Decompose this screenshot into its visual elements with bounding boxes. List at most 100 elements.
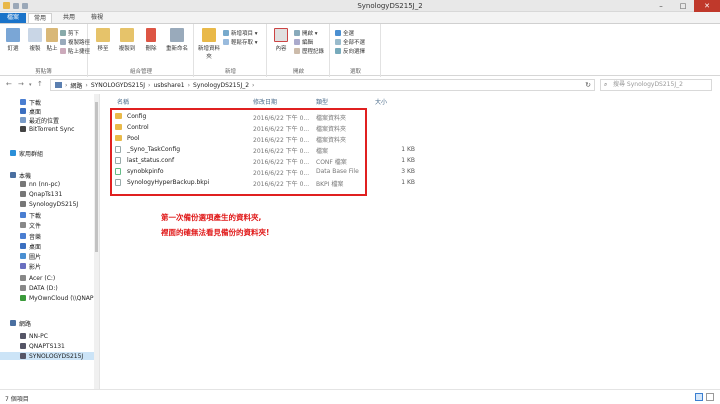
new-folder-label: 新增資料夾 [197, 46, 220, 60]
nav-scrollbar-thumb[interactable] [95, 102, 98, 252]
history-button[interactable]: 歷程記錄 [294, 47, 324, 55]
large-icons-view-icon[interactable] [706, 393, 714, 401]
nav-item[interactable]: MyOwnCloud (\\QNAP [0, 294, 95, 302]
file-size: 1 KB [401, 146, 415, 153]
nav-item-icon [20, 212, 26, 218]
easy-access-button[interactable]: 輕鬆存取 ▾ [223, 38, 258, 46]
move-to-icon [96, 28, 110, 42]
address-bar[interactable]: › 網路 › SYNOLOGYDS215J › usbshare1 › Syno… [50, 79, 595, 91]
cut-label: 剪下 [68, 31, 80, 37]
nav-item-label: nn (nn-pc) [29, 180, 61, 188]
new-item-button[interactable]: 新增項目 ▾ [223, 29, 258, 37]
copy-button[interactable]: 複製 [24, 28, 46, 52]
nav-item[interactable]: BitTorrent Sync [0, 125, 95, 133]
search-input[interactable]: 搜尋 SynologyDS215J_2 [600, 79, 712, 91]
nav-item[interactable]: Acer (C:) [0, 274, 95, 282]
recent-chevron-icon[interactable]: ▾ [29, 82, 32, 88]
back-arrow-icon[interactable]: ← [6, 80, 12, 88]
paste-shortcut-button[interactable]: 貼上捷徑 [60, 47, 90, 55]
minimize-button[interactable]: – [650, 0, 672, 12]
nav-item[interactable]: nn (nn-pc) [0, 180, 95, 188]
properties-button[interactable]: 內容 [270, 28, 292, 52]
edit-button[interactable]: 編輯 [294, 38, 313, 46]
refresh-icon[interactable]: ↻ [585, 81, 591, 89]
rename-button[interactable]: 重新命名 [163, 28, 191, 52]
nav-item-icon [20, 333, 26, 339]
tab-share[interactable]: 共用 [58, 13, 80, 23]
nav-item[interactable]: QNAPTS131 [0, 342, 95, 350]
nav-item-label: 家用群組 [19, 150, 44, 158]
crumb-separator: › [148, 81, 151, 89]
open-icon [294, 30, 300, 36]
nav-item[interactable]: QnapTs131 [0, 190, 95, 198]
open-label: 開啟 ▾ [302, 31, 318, 37]
crumb-separator: › [85, 81, 88, 89]
nav-item[interactable]: 最近的位置 [0, 116, 95, 125]
annotation-line-1: 第一次備份選項產生的資料夾, [161, 213, 262, 222]
open-button[interactable]: 開啟 ▾ [294, 29, 318, 37]
nav-item[interactable]: 文件 [0, 221, 95, 230]
nav-item[interactable]: 家用群組 [0, 149, 95, 158]
delete-button[interactable]: 刪除 [140, 28, 162, 52]
nav-item-label: 桌面 [29, 108, 42, 116]
close-button[interactable]: ✕ [694, 0, 720, 12]
nav-item[interactable]: SynologyDS215J [0, 200, 95, 208]
nav-item[interactable]: 桌面 [0, 242, 95, 251]
new-folder-button[interactable]: 新增資料夾 [197, 28, 221, 60]
column-date[interactable]: 修改日期 [253, 97, 277, 106]
nav-item-label: QNAPTS131 [29, 342, 65, 350]
column-name[interactable]: 名稱 [117, 97, 129, 106]
copy-path-button[interactable]: 複製路徑 [60, 38, 90, 46]
breadcrumb-usbshare1[interactable]: usbshare1 [153, 82, 184, 89]
highlight-box [110, 108, 367, 196]
nav-item[interactable]: 圖片 [0, 252, 95, 261]
up-arrow-icon[interactable]: ↑ [37, 80, 43, 88]
select-all-button[interactable]: 全選 [335, 29, 354, 37]
pin-button[interactable]: 釘選 [2, 28, 24, 52]
details-view-icon[interactable] [695, 393, 703, 401]
select-all-icon [335, 30, 341, 36]
nav-item-icon [10, 150, 16, 156]
move-to-button[interactable]: 移至 [92, 28, 114, 52]
nav-item[interactable]: 下載 [0, 211, 95, 220]
column-size[interactable]: 大小 [375, 97, 387, 106]
forward-arrow-icon[interactable]: → [18, 80, 24, 88]
nav-item-label: 音樂 [29, 233, 42, 241]
select-none-button[interactable]: 全部不選 [335, 38, 365, 46]
nav-item[interactable]: 網路 [0, 319, 95, 328]
breadcrumb-network[interactable]: 網路 [70, 81, 82, 90]
properties-icon[interactable] [13, 2, 19, 9]
nav-item[interactable]: NN-PC [0, 332, 95, 340]
maximize-button[interactable]: □ [672, 0, 694, 12]
new-folder-icon[interactable] [22, 2, 28, 9]
nav-item[interactable]: DATA (D:) [0, 284, 95, 292]
nav-item-label: 下載 [29, 99, 42, 107]
nav-item-icon [20, 201, 26, 207]
tab-file[interactable]: 檔案 [0, 13, 26, 23]
breadcrumb-current[interactable]: SynologyDS215J_2 [193, 82, 249, 89]
nav-item-icon [20, 243, 26, 249]
copy-to-button[interactable]: 複製到 [116, 28, 138, 52]
nav-item-label: MyOwnCloud (\\QNAP [29, 294, 94, 302]
nav-item[interactable]: 影片 [0, 262, 95, 271]
nav-item[interactable]: SYNOLOGYDS215J [0, 352, 95, 360]
cut-button[interactable]: 剪下 [60, 29, 79, 37]
history-icon [294, 48, 300, 54]
window-controls: – □ ✕ [650, 0, 720, 12]
title-bar: SynologyDS215J_2 – □ ✕ [0, 0, 720, 12]
nav-item[interactable]: 本機 [0, 171, 95, 180]
crumb-separator: › [187, 81, 191, 89]
edit-label: 編輯 [302, 40, 314, 46]
nav-item[interactable]: 桌面 [0, 107, 95, 116]
tab-view[interactable]: 檢視 [86, 13, 108, 23]
invert-selection-button[interactable]: 反向選擇 [335, 47, 365, 55]
nav-scrollbar[interactable] [94, 94, 99, 389]
tab-home[interactable]: 常用 [28, 13, 53, 23]
paste-button[interactable]: 貼上 [44, 28, 60, 52]
nav-item[interactable]: 音樂 [0, 232, 95, 241]
nav-item-label: SYNOLOGYDS215J [29, 352, 84, 360]
column-type[interactable]: 類型 [316, 97, 328, 106]
nav-item[interactable]: 下載 [0, 98, 95, 107]
organize-group: 移至 複製到 刪除 重新命名 組合管理 [89, 24, 194, 77]
breadcrumb-synologyds215j[interactable]: SYNOLOGYDS215J [91, 82, 145, 89]
